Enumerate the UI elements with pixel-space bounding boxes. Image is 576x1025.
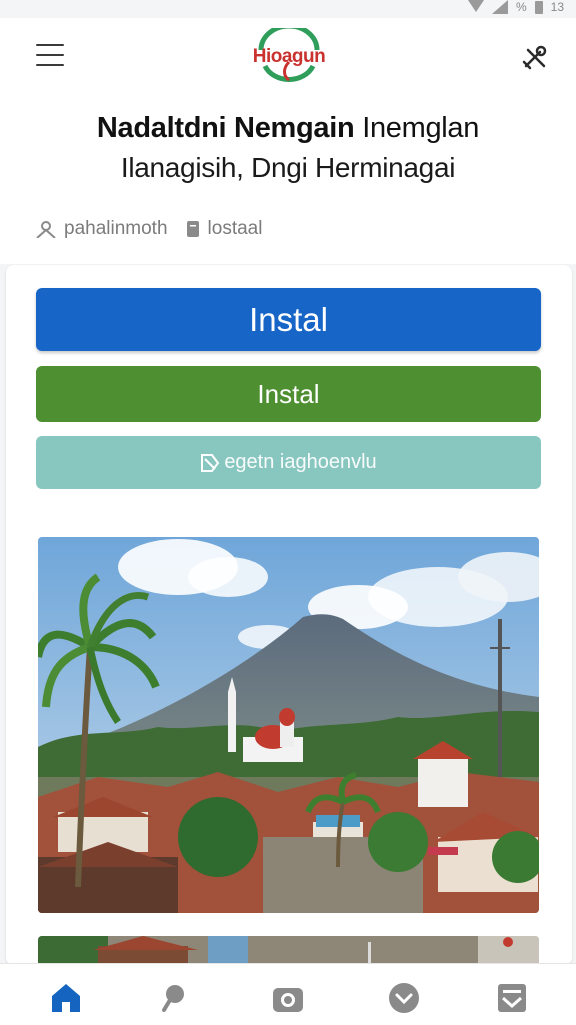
camera-icon [273, 988, 303, 1012]
signal-icon [491, 0, 508, 14]
inbox-icon [498, 984, 526, 1012]
install-primary-button[interactable]: Instal [36, 288, 541, 351]
battery-text: 13 [550, 0, 564, 14]
tools-icon[interactable] [520, 42, 550, 72]
search-icon [162, 985, 184, 1012]
wifi-icon [467, 0, 484, 12]
page-title-bold: Nadaltdni Nemgain [96, 112, 355, 144]
bottom-nav [0, 963, 576, 1025]
tertiary-button-label: egetn iaghoenvlu [224, 451, 377, 473]
home-icon [52, 984, 80, 1012]
meta-type-label: lostaal [207, 218, 263, 239]
meta-row: pahalinmoth lostaal [36, 218, 262, 240]
nav-inbox[interactable] [494, 980, 530, 1016]
page-title: Nadaltdni Nemgain Inemglan [0, 112, 576, 145]
install-secondary-button[interactable]: Instal [36, 366, 541, 422]
page-title-rest: Inemglan [354, 112, 480, 144]
nav-home[interactable] [48, 980, 84, 1016]
signal-text: % [515, 0, 527, 14]
app-logo: Hioagun [243, 28, 335, 86]
heart-icon [389, 983, 419, 1013]
menu-icon[interactable] [36, 44, 64, 66]
tag-icon [201, 453, 220, 472]
meta-author-label: pahalinmoth [64, 218, 168, 239]
nav-search[interactable] [158, 980, 194, 1016]
battery-icon [534, 0, 543, 14]
app-header: Hioagun Nadaltdni Nemgain Inemglan Ilana… [0, 18, 576, 264]
meta-type: lostaal [186, 218, 263, 240]
nav-camera[interactable] [270, 980, 306, 1016]
logo-text: Hioagun [252, 46, 326, 67]
content-card: Instal Instal egetn iaghoenvlu [6, 265, 572, 976]
user-icon [36, 221, 56, 238]
document-icon [186, 221, 199, 237]
page-subtitle: Ilanagisih, Dngi Herminagai [120, 152, 456, 183]
meta-author: pahalinmoth [36, 218, 168, 240]
status-icons: % 13 [467, 0, 564, 14]
tertiary-button[interactable]: egetn iaghoenvlu [36, 436, 541, 489]
nav-favorites[interactable] [386, 980, 422, 1016]
status-bar: % 13 [0, 0, 576, 18]
hero-photo [38, 537, 539, 913]
